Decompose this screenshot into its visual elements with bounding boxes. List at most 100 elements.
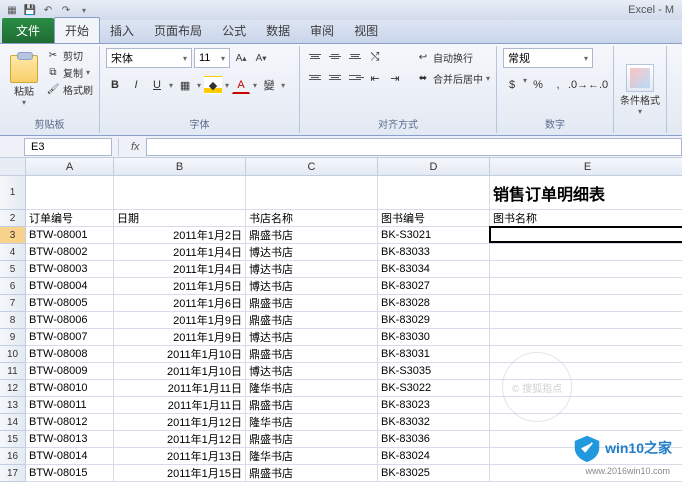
cell[interactable]: 鼎盛书店 [246, 397, 378, 414]
align-center-button[interactable] [326, 69, 344, 85]
row-header[interactable]: 13 [0, 397, 26, 414]
row-header[interactable]: 11 [0, 363, 26, 380]
formula-input[interactable] [146, 138, 682, 156]
decrease-indent-button[interactable]: ⇤ [366, 69, 384, 87]
name-box[interactable]: E3 [24, 138, 112, 156]
orientation-button[interactable]: ⤭ [366, 48, 384, 66]
row-header[interactable]: 3 [0, 227, 26, 244]
cell[interactable]: BTW-08013 [26, 431, 114, 448]
cell[interactable]: BK-83030 [378, 329, 490, 346]
align-right-button[interactable] [346, 69, 364, 85]
cell[interactable]: 订单编号 [26, 210, 114, 227]
row-header[interactable]: 8 [0, 312, 26, 329]
select-all-corner[interactable] [0, 158, 26, 176]
tab-review[interactable]: 审阅 [300, 18, 344, 43]
cell[interactable] [490, 397, 682, 414]
cell[interactable]: BTW-08001 [26, 227, 114, 244]
cell[interactable]: 博达书店 [246, 329, 378, 346]
cell[interactable]: BTW-08014 [26, 448, 114, 465]
cell[interactable] [490, 465, 682, 482]
cell[interactable]: BK-S3021 [378, 227, 490, 244]
conditional-format-icon[interactable] [626, 64, 654, 92]
cell[interactable]: 隆华书店 [246, 414, 378, 431]
font-size-combo[interactable]: 11▾ [194, 48, 230, 68]
tab-page-layout[interactable]: 页面布局 [144, 18, 212, 43]
row-header[interactable]: 2 [0, 210, 26, 227]
merge-center-button[interactable]: ⬌合并后居中▾ [416, 69, 490, 87]
cell[interactable] [490, 431, 682, 448]
cell[interactable]: 2011年1月11日 [114, 397, 246, 414]
paste-button[interactable]: 粘贴 ▾ [6, 48, 42, 114]
align-middle-button[interactable] [326, 48, 344, 64]
cell[interactable]: 2011年1月12日 [114, 414, 246, 431]
cell[interactable] [246, 176, 378, 210]
cell[interactable]: BK-83034 [378, 261, 490, 278]
font-color-button[interactable]: A [232, 76, 250, 94]
accounting-format-button[interactable]: $ [503, 76, 521, 94]
percent-button[interactable]: % [529, 76, 547, 94]
cell[interactable]: BTW-08015 [26, 465, 114, 482]
cell[interactable]: 2011年1月10日 [114, 346, 246, 363]
cell[interactable]: 2011年1月6日 [114, 295, 246, 312]
cell[interactable]: 博达书店 [246, 363, 378, 380]
cell[interactable] [490, 448, 682, 465]
cell[interactable]: BK-83027 [378, 278, 490, 295]
column-header-E[interactable]: E [490, 158, 682, 176]
cell[interactable]: BK-S3035 [378, 363, 490, 380]
cell[interactable]: 博达书店 [246, 278, 378, 295]
cell[interactable]: BK-S3022 [378, 380, 490, 397]
cell[interactable]: BK-83033 [378, 244, 490, 261]
cell[interactable]: 2011年1月12日 [114, 431, 246, 448]
cell[interactable]: 2011年1月4日 [114, 261, 246, 278]
cell[interactable]: BTW-08005 [26, 295, 114, 312]
cell[interactable] [490, 346, 682, 363]
cell[interactable] [490, 312, 682, 329]
cell[interactable]: BK-83023 [378, 397, 490, 414]
cell[interactable]: 2011年1月9日 [114, 329, 246, 346]
file-tab[interactable]: 文件 [2, 18, 54, 43]
row-header[interactable]: 5 [0, 261, 26, 278]
cell[interactable] [490, 227, 682, 244]
cell[interactable]: 2011年1月4日 [114, 244, 246, 261]
cell[interactable]: 2011年1月5日 [114, 278, 246, 295]
cell[interactable]: BTW-08012 [26, 414, 114, 431]
cell[interactable]: BK-83036 [378, 431, 490, 448]
cell[interactable]: 鼎盛书店 [246, 465, 378, 482]
cell[interactable]: 图书名称 [490, 210, 682, 227]
cell[interactable]: 鼎盛书店 [246, 312, 378, 329]
cell[interactable]: 2011年1月10日 [114, 363, 246, 380]
row-header[interactable]: 16 [0, 448, 26, 465]
tab-data[interactable]: 数据 [256, 18, 300, 43]
cell[interactable] [114, 176, 246, 210]
column-header-A[interactable]: A [26, 158, 114, 176]
cell[interactable]: 图书编号 [378, 210, 490, 227]
cell[interactable]: BTW-08008 [26, 346, 114, 363]
cell[interactable]: 2011年1月13日 [114, 448, 246, 465]
cell[interactable]: BK-83025 [378, 465, 490, 482]
cell[interactable] [378, 176, 490, 210]
cut-button[interactable]: ✂剪切 [46, 48, 93, 63]
wrap-text-button[interactable]: ↩自动换行 [416, 48, 490, 66]
align-top-button[interactable] [306, 48, 324, 64]
tab-insert[interactable]: 插入 [100, 18, 144, 43]
cell[interactable]: 2011年1月11日 [114, 380, 246, 397]
cell[interactable]: BK-83024 [378, 448, 490, 465]
number-format-combo[interactable]: 常规▾ [503, 48, 593, 68]
cell[interactable]: 2011年1月2日 [114, 227, 246, 244]
format-painter-button[interactable]: 🖌格式刷 [46, 82, 93, 97]
cell[interactable]: 日期 [114, 210, 246, 227]
row-header[interactable]: 1 [0, 176, 26, 210]
spreadsheet-grid[interactable]: ABCDE 1234567891011121314151617 销售订单明细表订… [0, 158, 682, 502]
cell[interactable]: BK-83029 [378, 312, 490, 329]
row-header[interactable]: 12 [0, 380, 26, 397]
cell[interactable]: 隆华书店 [246, 380, 378, 397]
cell[interactable] [490, 329, 682, 346]
column-header-D[interactable]: D [378, 158, 490, 176]
cell[interactable]: 博达书店 [246, 261, 378, 278]
cell[interactable]: 鼎盛书店 [246, 346, 378, 363]
cell[interactable]: BTW-08011 [26, 397, 114, 414]
save-icon[interactable]: 💾 [22, 2, 38, 18]
row-header[interactable]: 15 [0, 431, 26, 448]
cell[interactable]: BTW-08004 [26, 278, 114, 295]
fill-color-button[interactable]: ◆ [204, 76, 222, 94]
